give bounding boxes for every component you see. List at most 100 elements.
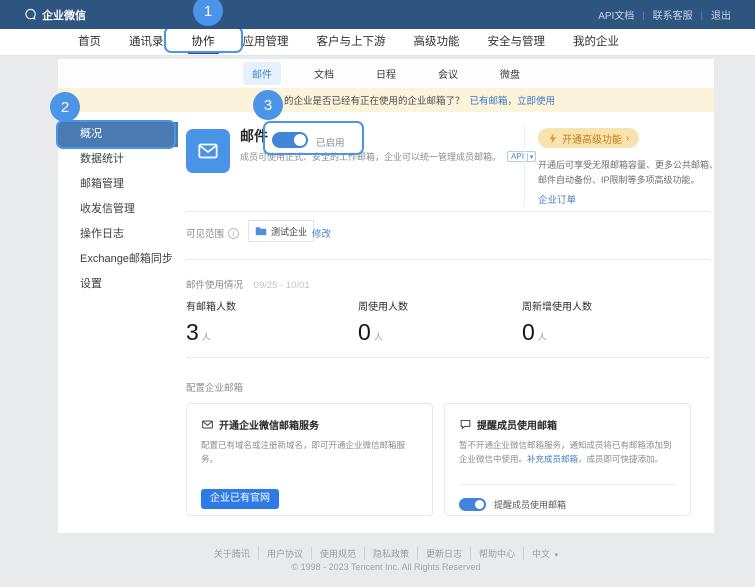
card-title-row: 提醒成员使用邮箱 — [459, 417, 557, 432]
footer-help-center[interactable]: 帮助中心 — [471, 547, 524, 560]
mail-description: 成员可使用正式、安全的工作邮箱，企业可以统一管理成员邮箱。 — [240, 150, 501, 163]
card-title: 提醒成员使用邮箱 — [477, 417, 557, 432]
chat-bubble-icon — [24, 8, 37, 21]
sidebar-item-label: 概况 — [80, 128, 102, 140]
supplement-mailbox-link[interactable]: 补充成员邮箱 — [527, 454, 578, 464]
stat-label: 周新增使用人数 — [522, 298, 682, 313]
envelope-icon — [201, 418, 214, 431]
speech-bubble-icon — [459, 418, 472, 431]
mail-enable-toggle-group: 已启用 — [272, 132, 372, 150]
tab-schedule[interactable]: 日程 — [367, 62, 405, 85]
sidebar-item-operation-log[interactable]: 操作日志 — [58, 222, 178, 247]
stat-value: 0 — [522, 319, 535, 346]
scope-name: 测试企业 — [271, 225, 307, 238]
nav-item-customers[interactable]: 客户与上下游 — [317, 29, 386, 56]
annotation-step-3: 3 — [253, 90, 283, 120]
active-tab-underline — [188, 51, 219, 54]
api-docs-link[interactable]: API文档 — [590, 7, 642, 22]
tab-mail[interactable]: 邮件 — [243, 62, 281, 85]
notice-use-now-link[interactable]: 已有邮箱，立即使用 — [470, 93, 556, 107]
footer-links: 关于腾讯 用户协议 使用规范 隐私政策 更新日志 帮助中心 中文 ▾ — [58, 547, 714, 560]
mail-status-label: 已启用 — [316, 135, 345, 149]
stat-weekly-users: 周使用人数 0人 — [358, 298, 518, 346]
topbar-links: API文档| 联系客服| 退出 — [590, 7, 739, 22]
stat-label: 周使用人数 — [358, 298, 518, 313]
footer-about-tencent[interactable]: 关于腾讯 — [206, 547, 259, 560]
usage-title-text: 邮件使用情况 — [186, 280, 243, 291]
card-title: 开通企业微信邮箱服务 — [219, 417, 319, 432]
sidebar-item-send-receive[interactable]: 收发信管理 — [58, 197, 178, 222]
premium-upgrade-button[interactable]: 开通高级功能 › — [538, 128, 639, 148]
logout-link[interactable]: 退出 — [703, 7, 739, 22]
footer-user-agreement[interactable]: 用户协议 — [259, 547, 312, 560]
sidebar-item-statistics[interactable]: 数据统计 — [58, 147, 178, 172]
mail-enable-toggle[interactable] — [272, 132, 308, 148]
stat-unit: 人 — [374, 330, 383, 343]
annotation-step-2: 2 — [50, 92, 80, 122]
card-title-row: 开通企业微信邮箱服务 — [201, 417, 319, 432]
notice-banner: 的企业是否已经有正在使用的企业邮箱了？ 已有邮箱，立即使用 — [58, 88, 714, 112]
divider — [186, 211, 710, 212]
nav-item-app-management[interactable]: 应用管理 — [243, 29, 289, 56]
usage-date-range: 09/25 - 10/01 — [254, 280, 310, 291]
lightning-icon — [548, 133, 558, 144]
footer-changelog[interactable]: 更新日志 — [418, 547, 471, 560]
copyright-text: © 1998 - 2023 Tencent Inc. All Rights Re… — [58, 562, 714, 572]
primary-nav: 首页 通讯录 协作 应用管理 客户与上下游 高级功能 安全与管理 我的企业 — [0, 29, 755, 56]
sidebar-item-overview[interactable]: 概况 — [58, 122, 178, 147]
mail-sidebar: 概况 数据统计 邮箱管理 收发信管理 操作日志 Exchange邮箱同步 设置 — [58, 112, 178, 533]
chevron-down-icon: ▾ — [527, 153, 536, 161]
toggle-knob — [475, 500, 484, 509]
notice-text: 的企业是否已经有正在使用的企业邮箱了？ — [284, 93, 465, 107]
nav-item-security[interactable]: 安全与管理 — [488, 29, 546, 56]
stat-unit: 人 — [202, 330, 211, 343]
footer-privacy-policy[interactable]: 隐私政策 — [365, 547, 418, 560]
remind-members-toggle[interactable] — [459, 498, 486, 511]
setup-card-open-service: 开通企业微信邮箱服务 配置已有域名或注册新域名，即可开通企业微信邮箱服务。 企业… — [186, 403, 433, 516]
collab-subtabs: 邮件 文档 日程 会议 微盘 — [58, 59, 714, 88]
top-app-bar: 企业微信 API文档| 联系客服| 退出 — [0, 0, 755, 29]
tab-drive[interactable]: 微盘 — [491, 62, 529, 85]
enterprise-order-link[interactable]: 企业订单 — [538, 192, 576, 206]
nav-item-my-company[interactable]: 我的企业 — [573, 29, 619, 56]
footer-usage-policy[interactable]: 使用规范 — [312, 547, 365, 560]
stat-unit: 人 — [538, 330, 547, 343]
scope-chip[interactable]: 测试企业 — [248, 220, 314, 242]
visible-scope-row: 可见范围 i — [186, 226, 239, 240]
card-description: 暂不开通企业微信邮箱服务，通知成员将已有邮箱添加到企业微信中使用。补充成员邮箱，… — [459, 438, 678, 466]
chevron-right-icon: › — [626, 133, 629, 144]
sidebar-item-settings[interactable]: 设置 — [58, 272, 178, 297]
premium-desc-line2: 邮件自动备份、IP限制等多项高级功能。 — [538, 173, 700, 186]
caret-down-icon: ▾ — [555, 552, 559, 559]
stat-weekly-new-users: 周新增使用人数 0人 — [522, 298, 682, 346]
nav-item-premium-features[interactable]: 高级功能 — [414, 29, 460, 56]
visible-scope-label: 可见范围 — [186, 226, 224, 240]
nav-item-contacts[interactable]: 通讯录 — [129, 29, 164, 56]
remind-toggle-label: 提醒成员使用邮箱 — [494, 498, 566, 511]
info-icon: i — [228, 228, 239, 239]
divider — [186, 259, 710, 260]
footer-language-selector[interactable]: 中文 ▾ — [524, 547, 566, 560]
setup-section-title: 配置企业邮箱 — [186, 380, 243, 394]
setup-card-remind-members: 提醒成员使用邮箱 暂不开通企业微信邮箱服务，通知成员将已有邮箱添加到企业微信中使… — [444, 403, 691, 516]
contact-support-link[interactable]: 联系客服 — [645, 7, 701, 22]
sidebar-item-exchange-sync[interactable]: Exchange邮箱同步 — [58, 247, 178, 272]
divider — [459, 484, 676, 485]
nav-item-collaboration[interactable]: 协作 — [192, 29, 215, 56]
brand-title: 企业微信 — [42, 7, 86, 23]
tab-docs[interactable]: 文档 — [305, 62, 343, 85]
edit-scope-link[interactable]: 修改 — [312, 226, 331, 240]
toggle-knob — [294, 134, 306, 146]
tab-meeting[interactable]: 会议 — [429, 62, 467, 85]
wecom-logo: 企业微信 — [24, 7, 86, 23]
annotation-box-step2 — [56, 120, 176, 149]
company-has-website-button[interactable]: 企业已有官网 — [201, 489, 279, 509]
sidebar-item-mailbox-management[interactable]: 邮箱管理 — [58, 172, 178, 197]
nav-item-label: 协作 — [192, 36, 215, 48]
api-dropdown[interactable]: API ▾ — [507, 151, 536, 162]
stat-value: 3 — [186, 319, 199, 346]
divider — [186, 357, 710, 358]
page-title: 邮件 — [240, 126, 268, 146]
nav-item-home[interactable]: 首页 — [78, 29, 101, 56]
premium-button-label: 开通高级功能 — [562, 131, 622, 146]
